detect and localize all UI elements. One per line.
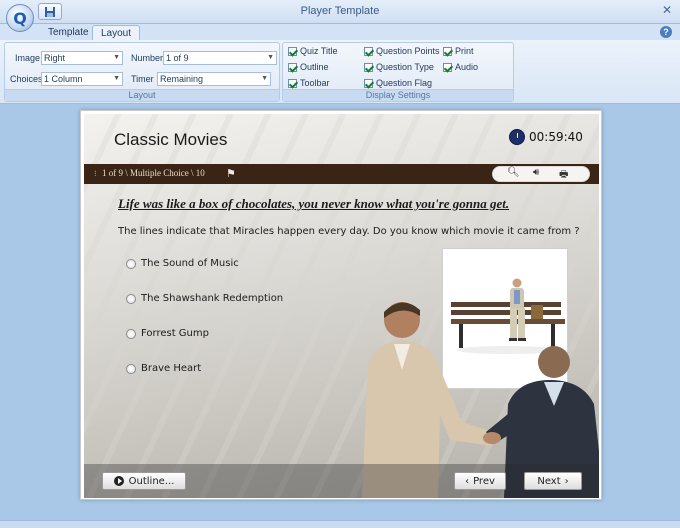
check-icon — [288, 62, 297, 72]
checkbox-label: Question Flag — [376, 78, 433, 88]
checkbox-quiz-title[interactable]: Quiz Title — [288, 46, 338, 56]
play-icon — [113, 476, 124, 486]
check-icon — [443, 62, 452, 72]
checkbox-label: Audio — [455, 62, 479, 72]
close-icon[interactable]: ✕ — [662, 3, 672, 17]
choice-option[interactable]: Brave Heart — [126, 363, 201, 374]
check-icon — [364, 78, 373, 88]
choice-label: The Sound of Music — [141, 258, 239, 269]
number-select[interactable]: 1 of 9 ▼ — [163, 51, 277, 65]
chevron-down-icon: ▼ — [113, 75, 120, 82]
question-text: Life was like a box of chocolates, you n… — [118, 196, 510, 211]
speaker-icon[interactable]: 🔊︎ — [533, 167, 539, 178]
next-button-label: Next — [537, 475, 561, 487]
choices-label: Choices — [10, 74, 43, 84]
check-icon — [288, 78, 297, 88]
radio-icon[interactable] — [126, 258, 136, 269]
window-title: Player Template — [300, 5, 380, 17]
choice-option[interactable]: Forrest Gump — [126, 328, 209, 339]
check-icon — [364, 46, 373, 56]
checkbox-outline[interactable]: Outline — [288, 62, 329, 72]
question-prompt: The lines indicate that Miracles happen … — [118, 226, 580, 237]
quiz-timer: 00:59:40 — [529, 130, 583, 144]
prev-button-label: Prev — [473, 475, 495, 487]
outline-button-label: Outline... — [128, 475, 175, 487]
chevron-down-icon: ▼ — [267, 54, 274, 61]
next-button[interactable]: Next › — [524, 472, 582, 490]
check-icon — [364, 62, 373, 72]
question-info-bar: ⁝ 1 of 9 \ Multiple Choice \ 10 ⚑ 🔍︎ 🔊︎ … — [84, 164, 599, 184]
checkbox-label: Print — [455, 46, 474, 56]
quiz-footer: Outline... ‹ Prev Next › — [84, 464, 599, 498]
chevron-down-icon: ▼ — [113, 54, 120, 61]
tab-template[interactable]: Template — [40, 25, 97, 41]
display-settings-label: Display Settings — [283, 89, 513, 101]
printer-icon[interactable]: 🖶 — [559, 167, 568, 184]
image-label: Image — [15, 53, 41, 63]
clock-icon — [509, 129, 525, 145]
drag-handle-icon: ⁝ — [94, 169, 97, 178]
chevron-right-icon: › — [564, 475, 569, 487]
image-select-value: Right — [44, 53, 66, 63]
checkbox-label: Outline — [300, 62, 329, 72]
layout-group: Image Right ▼ Choices 1 Column ▼ Number 1 … — [4, 42, 280, 102]
choice-label: Forrest Gump — [141, 328, 209, 339]
window-bottom-border — [0, 520, 680, 528]
prev-button[interactable]: ‹ Prev — [454, 472, 506, 490]
chevron-down-icon: ▼ — [261, 75, 268, 82]
choice-label: The Shawshank Redemption — [141, 293, 284, 304]
radio-icon[interactable] — [126, 328, 136, 339]
quiz-title: Classic Movies — [114, 130, 228, 149]
layout-group-label: Layout — [5, 89, 279, 101]
timer-label: Timer — [131, 74, 154, 84]
checkbox-question-type[interactable]: Question Type — [364, 62, 434, 72]
image-select[interactable]: Right ▼ — [41, 51, 123, 65]
checkbox-toolbar[interactable]: Toolbar — [288, 78, 330, 88]
checkbox-question-points[interactable]: Question Points — [364, 46, 440, 56]
timer-select-value: Remaining — [160, 74, 204, 84]
radio-icon[interactable] — [126, 363, 136, 374]
outline-button[interactable]: Outline... — [102, 472, 186, 490]
timer-select[interactable]: Remaining ▼ — [157, 72, 271, 86]
ribbon: Image Right ▼ Choices 1 Column ▼ Number 1 … — [0, 40, 680, 104]
check-icon — [288, 46, 297, 56]
choice-label: Brave Heart — [141, 363, 202, 374]
checkbox-label: Quiz Title — [300, 46, 338, 56]
quiz-stage: Classic Movies 00:59:40 ⁝ 1 of 9 \ Multi… — [84, 114, 599, 498]
choice-option[interactable]: The Shawshank Redemption — [126, 293, 283, 304]
display-settings-group: Quiz Title Outline Toolbar Question Poin… — [282, 42, 514, 102]
flag-icon[interactable]: ⚑ — [226, 167, 236, 180]
checkbox-label: Question Points — [376, 46, 440, 56]
checkbox-audio[interactable]: Audio — [443, 62, 478, 72]
quiz-preview-frame: Classic Movies 00:59:40 ⁝ 1 of 9 \ Multi… — [80, 110, 602, 500]
title-bar: Player Template ✕ — [0, 0, 680, 24]
radio-icon[interactable] — [126, 293, 136, 304]
question-toolbar: 🔍︎ 🔊︎ 🖶 — [492, 166, 590, 182]
app-logo-icon[interactable]: Q — [6, 4, 34, 32]
ribbon-tabs: Template Layout ? — [0, 24, 680, 41]
number-select-value: 1 of 9 — [166, 53, 189, 63]
question-position: 1 of 9 \ Multiple Choice \ 10 — [102, 168, 205, 178]
chevron-left-icon: ‹ — [465, 475, 470, 487]
checkbox-label: Question Type — [376, 62, 434, 72]
check-icon — [443, 46, 452, 56]
magnifier-icon[interactable]: 🔍︎ — [507, 167, 520, 178]
number-label: Number — [131, 53, 164, 63]
tab-layout[interactable]: Layout — [92, 25, 141, 41]
checkbox-print[interactable]: Print — [443, 46, 474, 56]
choice-option[interactable]: The Sound of Music — [126, 258, 239, 269]
help-icon[interactable]: ? — [660, 26, 672, 38]
choices-select-value: 1 Column — [44, 74, 83, 84]
choices-select[interactable]: 1 Column ▼ — [41, 72, 123, 86]
checkbox-question-flag[interactable]: Question Flag — [364, 78, 432, 88]
checkbox-label: Toolbar — [300, 78, 330, 88]
